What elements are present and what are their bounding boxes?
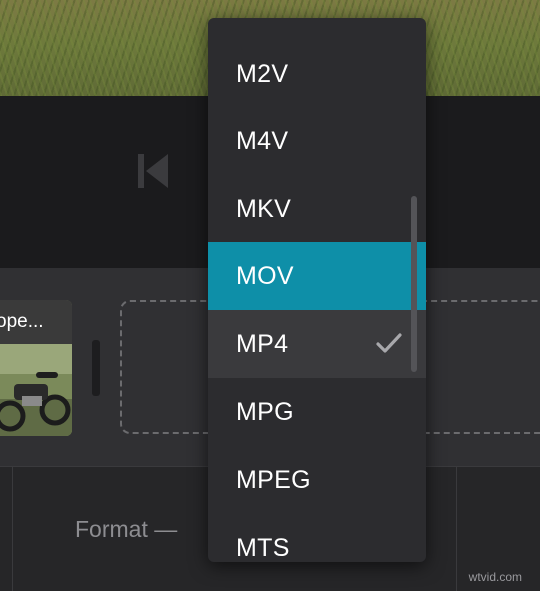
clip-title: ope... [0,300,72,344]
option-mpeg[interactable]: MPEG [208,446,426,514]
option-label: M4V [236,127,289,155]
checkmark-icon [376,333,402,353]
clip-thumbnail[interactable]: ope... [0,300,72,436]
option-label: MTS [236,534,290,562]
trim-handle[interactable] [92,340,100,396]
watermark: wtvid.com [468,570,522,584]
option-mkv[interactable]: MKV [208,175,426,243]
option-label: MP4 [236,330,289,358]
skip-back-icon[interactable] [138,154,170,188]
option-mts[interactable]: MTS [208,514,426,562]
option-label: MKV [236,195,292,223]
divider [12,467,13,591]
option-mp4[interactable]: MP4 [208,310,426,378]
divider [456,467,457,591]
format-dropdown[interactable]: M2V M4V MKV MOV MP4 MPG MPEG MTS [208,18,426,562]
format-label: Format — [75,516,178,542]
option-mov[interactable]: MOV [208,242,426,310]
option-label: MPEG [236,466,311,494]
option-label: MOV [236,262,294,290]
option-label: MPG [236,398,294,426]
option-mpg[interactable]: MPG [208,378,426,446]
option-label: M2V [236,60,289,88]
motorcycle-image [0,344,72,436]
option-m2v[interactable]: M2V [208,40,426,108]
option-m4v[interactable]: M4V [208,107,426,175]
dropdown-scrollbar[interactable] [411,196,417,372]
